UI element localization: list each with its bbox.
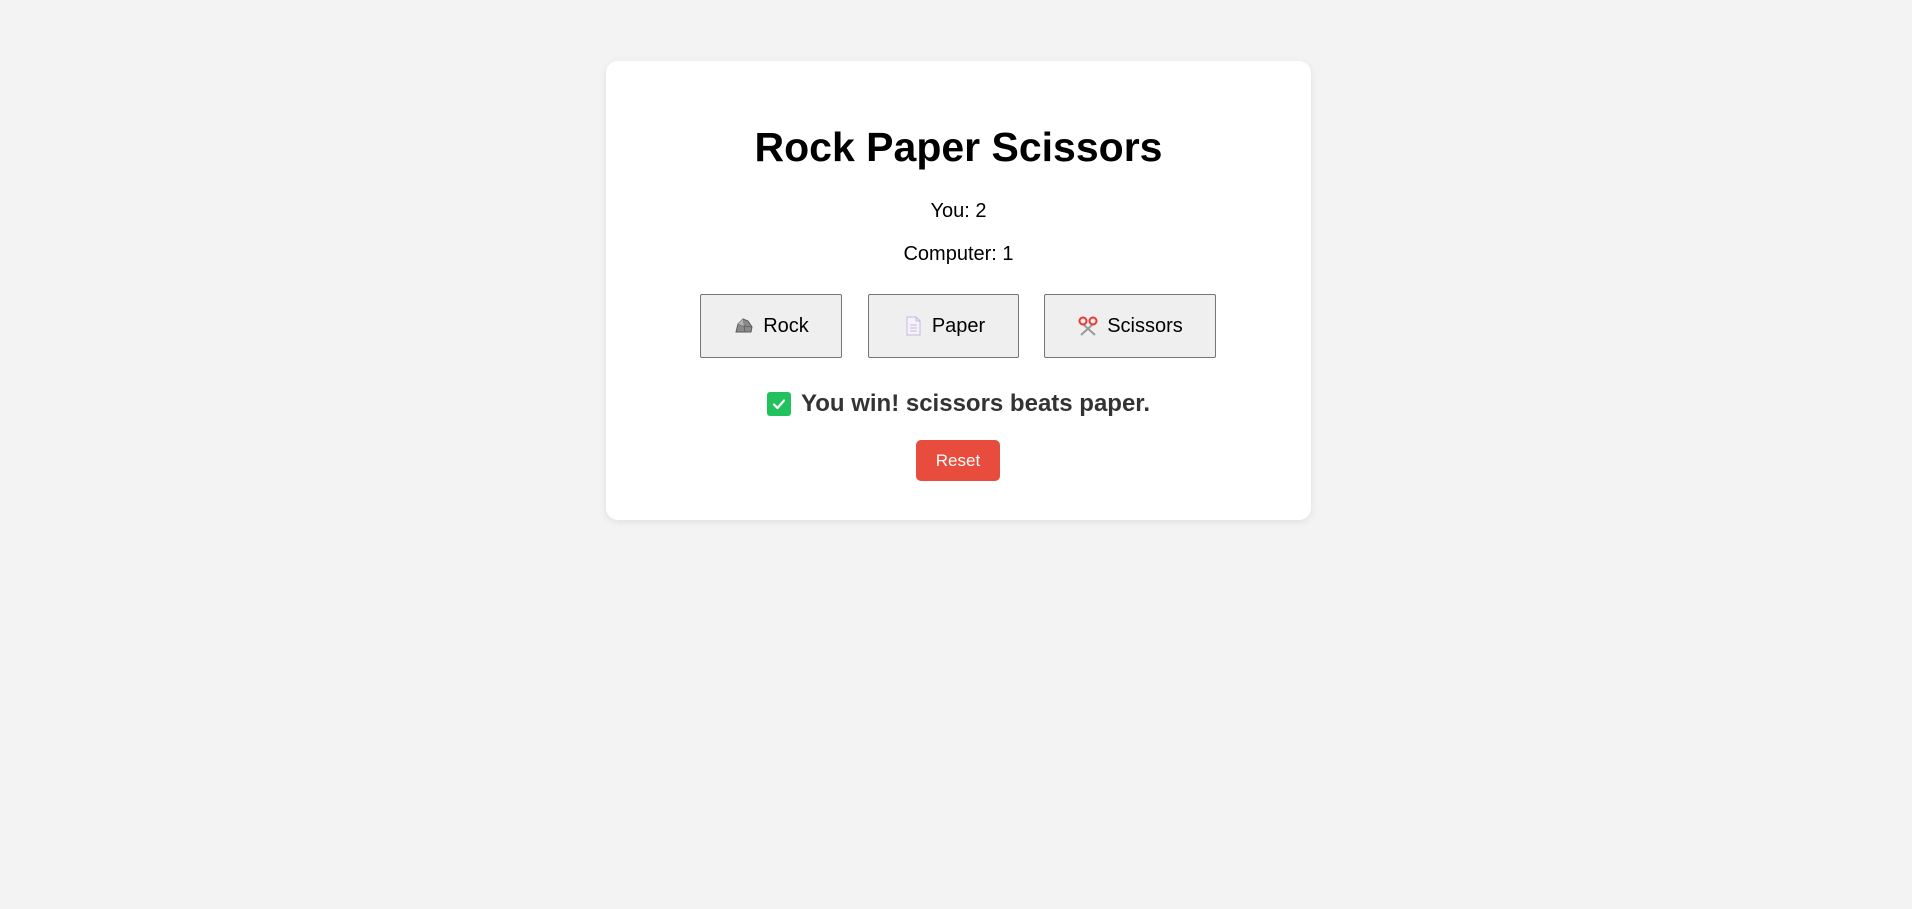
page-icon xyxy=(902,315,924,337)
scissors-button-label: Scissors xyxy=(1107,314,1183,337)
result-text: You win! scissors beats paper. xyxy=(800,390,1150,417)
rock-button-label: Rock xyxy=(763,314,809,337)
reset-button[interactable]: Reset xyxy=(916,440,1000,481)
page-title: Rock Paper Scissors xyxy=(754,124,1163,170)
paper-button[interactable]: Paper xyxy=(868,294,1019,358)
scissors-button[interactable]: Scissors xyxy=(1044,294,1216,358)
player-score: You: 2 xyxy=(930,200,987,222)
paper-button-label: Paper xyxy=(931,314,986,337)
result-message: You win! scissors beats paper. xyxy=(606,390,1311,418)
rock-button[interactable]: Rock xyxy=(700,294,842,358)
game-card: Rock Paper Scissors You: 2 Computer: 1 R… xyxy=(606,61,1311,520)
scissors-icon xyxy=(1077,315,1099,337)
computer-score: Computer: 1 xyxy=(903,243,1014,265)
check-mark-icon xyxy=(766,392,791,416)
rock-icon xyxy=(733,315,755,337)
